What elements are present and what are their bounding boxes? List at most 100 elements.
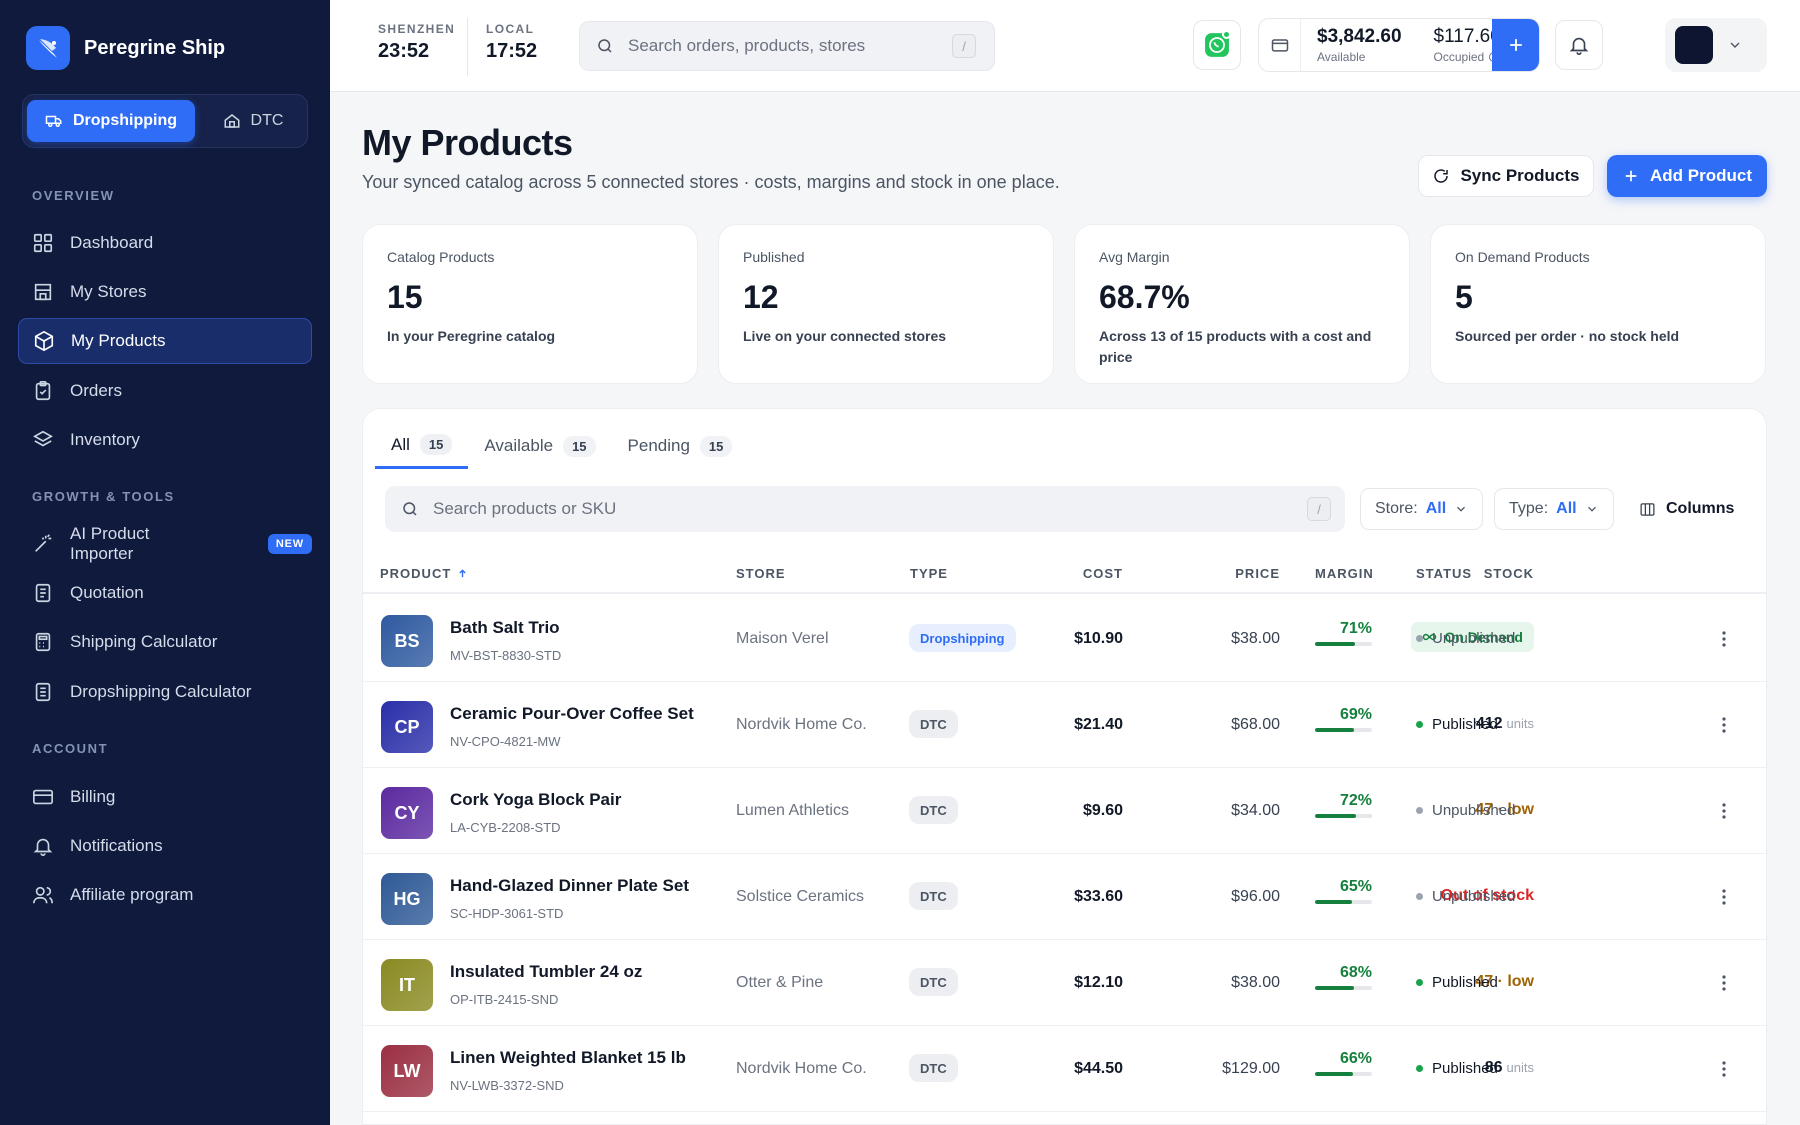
brand-name: Peregrine Ship xyxy=(84,36,226,59)
chevron-down-icon xyxy=(1587,506,1596,512)
sidebar-item-ai-product-importer[interactable]: AI Product Importer NEW xyxy=(18,521,312,567)
sidebar-item-dropshipping-calculator[interactable]: Dropshipping Calculator xyxy=(18,669,312,715)
brand[interactable]: Peregrine Ship xyxy=(26,26,225,70)
online-indicator xyxy=(1222,30,1231,39)
truck-icon xyxy=(45,115,62,127)
row-actions-button[interactable] xyxy=(1712,796,1736,826)
credit-card-icon xyxy=(33,789,53,805)
clock-local: LOCAL 17:52 xyxy=(486,22,537,63)
table-row[interactable]: CP Ceramic Pour-Over Coffee Set NV-CPO-482… xyxy=(363,682,1766,768)
clock-divider xyxy=(467,18,468,76)
sidebar-item-orders[interactable]: Orders xyxy=(18,368,312,414)
add-product-label: Add Product xyxy=(1650,166,1752,185)
sidebar-item-quotation[interactable]: Quotation xyxy=(18,570,312,616)
search-icon xyxy=(598,39,612,53)
product-name[interactable]: Bath Salt Trio xyxy=(450,618,560,638)
row-actions-button[interactable] xyxy=(1712,968,1736,998)
row-actions-button[interactable] xyxy=(1712,1054,1736,1084)
section-overview: OVERVIEW xyxy=(32,188,115,203)
chevron-down-icon xyxy=(1457,506,1466,512)
tab-pending[interactable]: Pending 15 xyxy=(612,423,749,469)
more-vertical-icon xyxy=(1722,803,1726,819)
sidebar-item-label: Notifications xyxy=(70,836,163,855)
sidebar-item-my-stores[interactable]: My Stores xyxy=(18,269,312,315)
home-icon xyxy=(224,114,240,128)
margin-value: 72% xyxy=(1339,792,1372,809)
product-price: $129.00 xyxy=(1222,1060,1280,1077)
table-row[interactable]: CY Cork Yoga Block Pair LA-CYB-2208-STD Lum… xyxy=(363,768,1766,854)
table-row[interactable]: BS Bath Salt Trio MV-BST-8830-STD Maison Ve… xyxy=(363,596,1766,682)
whatsapp-button[interactable] xyxy=(1193,20,1241,70)
document-icon xyxy=(35,583,51,603)
user-menu-button[interactable] xyxy=(1665,18,1767,72)
product-price: $38.00 xyxy=(1231,630,1280,647)
stat-card-on-demand: On Demand Products 5 Sourced per order ·… xyxy=(1430,224,1766,384)
status-cell: Unpublished xyxy=(1416,630,1515,647)
product-sku: SC-HDP-3061-STD xyxy=(450,906,564,921)
product-name[interactable]: Linen Weighted Blanket 15 lb xyxy=(450,1048,686,1068)
stat-value: 68.7% xyxy=(1099,279,1190,315)
product-name[interactable]: Hand-Glazed Dinner Plate Set xyxy=(450,876,689,896)
users-icon xyxy=(33,886,53,904)
mode-dropshipping-label: Dropshipping xyxy=(73,112,177,129)
status-dot xyxy=(1416,721,1423,728)
sidebar-item-dashboard[interactable]: Dashboard xyxy=(18,220,312,266)
product-search-input[interactable] xyxy=(433,499,1293,519)
sidebar-item-label: Quotation xyxy=(70,583,144,602)
product-name[interactable]: Insulated Tumbler 24 oz xyxy=(450,962,642,982)
page-subtitle: Your synced catalog across 5 connected s… xyxy=(362,172,1060,192)
type-filter-label: Type: xyxy=(1509,500,1549,517)
magic-wand-icon xyxy=(35,534,52,552)
document-icon xyxy=(35,682,51,702)
tab-available[interactable]: Available 15 xyxy=(468,423,611,469)
sidebar-item-my-products[interactable]: My Products xyxy=(18,318,312,364)
sidebar-item-billing[interactable]: Billing xyxy=(18,774,312,820)
store-icon xyxy=(34,283,52,301)
global-search-input[interactable] xyxy=(628,36,938,56)
product-name[interactable]: Cork Yoga Block Pair xyxy=(450,790,621,810)
table-row[interactable]: HG Hand-Glazed Dinner Plate Set SC-HDP-306… xyxy=(363,854,1766,940)
tab-all[interactable]: All 15 xyxy=(375,423,469,469)
type-filter-value: All xyxy=(1556,500,1577,517)
sidebar-item-affiliate-program[interactable]: Affiliate program xyxy=(18,872,312,918)
sidebar-item-label: Dashboard xyxy=(70,233,154,252)
status-label: Unpublished xyxy=(1432,630,1516,647)
margin-bar xyxy=(1315,642,1372,646)
row-actions-button[interactable] xyxy=(1712,882,1736,912)
layers-icon xyxy=(33,430,53,447)
status-label: Unpublished xyxy=(1432,888,1516,905)
sidebar-item-inventory[interactable]: Inventory xyxy=(18,417,312,463)
row-actions-button[interactable] xyxy=(1712,710,1736,740)
plus-icon xyxy=(1625,170,1637,182)
row-actions-button[interactable] xyxy=(1712,624,1736,654)
mode-dropshipping-button[interactable]: Dropshipping xyxy=(27,100,195,142)
table-row[interactable]: IT Insulated Tumbler 24 oz OP-ITB-2415-SND… xyxy=(363,940,1766,1026)
status-label: Published xyxy=(1432,716,1498,733)
margin-value: 71% xyxy=(1339,620,1372,637)
type-filter[interactable]: Type: All xyxy=(1494,488,1614,530)
wallet-balance: $3,842.60 Available $117.60 Occupied xyxy=(1258,18,1540,72)
avatar xyxy=(1675,26,1713,64)
product-name[interactable]: Ceramic Pour-Over Coffee Set xyxy=(450,704,694,724)
header-margin: MARGIN xyxy=(1315,566,1374,581)
header-label: PRODUCT xyxy=(380,566,452,581)
sidebar-item-label: Affiliate program xyxy=(70,885,194,904)
add-funds-button[interactable] xyxy=(1492,19,1539,71)
product-price: $68.00 xyxy=(1231,716,1280,733)
columns-button[interactable]: Columns xyxy=(1639,488,1734,530)
product-initials: CY xyxy=(394,802,420,823)
store-filter[interactable]: Store: All xyxy=(1360,488,1484,530)
add-product-button[interactable]: Add Product xyxy=(1607,155,1767,197)
margin-cell: 66% xyxy=(1315,1050,1372,1076)
sync-products-button[interactable]: Sync Products xyxy=(1418,155,1594,197)
margin-bar xyxy=(1315,814,1372,818)
sidebar-item-notifications[interactable]: Notifications xyxy=(18,823,312,869)
table-header: PRODUCT STORE TYPE COST PRICE MARGIN STO… xyxy=(363,552,1766,594)
sidebar-item-shipping-calculator[interactable]: Shipping Calculator xyxy=(18,619,312,665)
table-row[interactable]: LW Linen Weighted Blanket 15 lb NV-LWB-337… xyxy=(363,1026,1766,1112)
product-price: $38.00 xyxy=(1231,974,1280,991)
mode-dtc-button[interactable]: DTC xyxy=(203,100,303,142)
notifications-button[interactable] xyxy=(1555,20,1603,70)
margin-bar-fill xyxy=(1315,728,1355,732)
header-product[interactable]: PRODUCT xyxy=(380,566,468,581)
